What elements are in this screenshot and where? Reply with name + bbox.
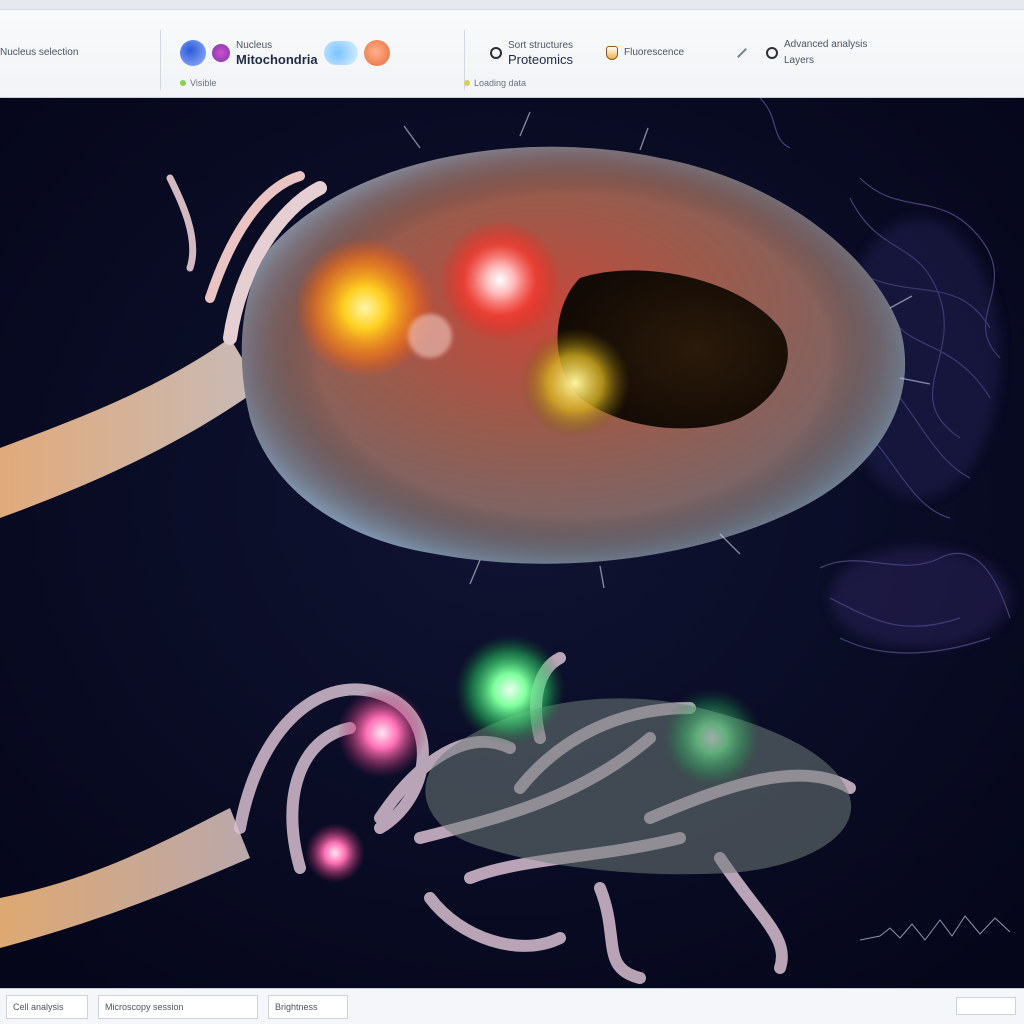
flask-icon [606, 46, 618, 60]
cloud-cell-icon [323, 41, 358, 65]
proteomics-title: Proteomics [508, 52, 574, 67]
pen-icon [737, 48, 747, 58]
toolbar-group-fluorescence[interactable]: Fluorescence [606, 28, 684, 78]
green-organelle-dim [662, 688, 762, 788]
toolbar-group-mitochondria[interactable]: Nucleus Mitochondria [180, 28, 390, 78]
loading-dot-icon [464, 80, 470, 86]
layers-subtitle: Layers [784, 55, 815, 66]
loading-status: Loading data [464, 78, 526, 88]
purple-cluster [830, 548, 1010, 648]
selection-label: Nucleus selection [0, 47, 79, 58]
mitochondria-subtitle: Nucleus [236, 40, 273, 51]
sort-label: Sort structures [508, 40, 574, 51]
toolbar-group-proteomics[interactable]: Sort structures Proteomics [490, 28, 573, 78]
fluorescence-label: Fluorescence [624, 47, 685, 58]
status-item[interactable]: Brightness [268, 994, 348, 1019]
status-item[interactable]: Cell analysis [6, 994, 88, 1019]
status-item[interactable]: Microscopy session [98, 994, 258, 1019]
search-icon [766, 47, 778, 59]
toolbar-group-selection[interactable]: Nucleus selection [0, 28, 78, 78]
mitochondria-title: Mitochondria [236, 52, 318, 67]
zoom-slider[interactable] [956, 997, 1016, 1015]
yellow-organelle [520, 328, 630, 438]
microscope-canvas[interactable] [0, 98, 1024, 988]
status-dot-icon [180, 80, 186, 86]
visibility-status: Visible [180, 78, 216, 88]
advanced-label: Advanced analysis [784, 39, 868, 50]
blue-cell-icon [180, 40, 206, 66]
pink-organelle-small [305, 823, 365, 883]
toolbar-divider [160, 30, 161, 90]
toolbar-group-advanced[interactable]: Advanced analysis Layers [766, 28, 867, 78]
ribbon-toolbar: Nucleus selection Nucleus Mitochondria V… [0, 0, 1024, 98]
cell-render [0, 98, 1024, 988]
green-organelle [455, 635, 565, 745]
search-icon [490, 47, 502, 59]
microscopy-app: Nucleus selection Nucleus Mitochondria V… [0, 0, 1024, 1024]
pink-organelle [337, 688, 427, 778]
purple-cell-icon [212, 44, 230, 62]
pale-organelle [408, 314, 452, 358]
orange-organelle [295, 238, 435, 378]
toolbar-group-pen[interactable] [736, 28, 748, 78]
red-organelle [440, 220, 560, 340]
title-strip [0, 0, 1024, 10]
orange-cell-icon [363, 40, 390, 66]
status-bar: Cell analysis Microscopy session Brightn… [0, 988, 1024, 1024]
